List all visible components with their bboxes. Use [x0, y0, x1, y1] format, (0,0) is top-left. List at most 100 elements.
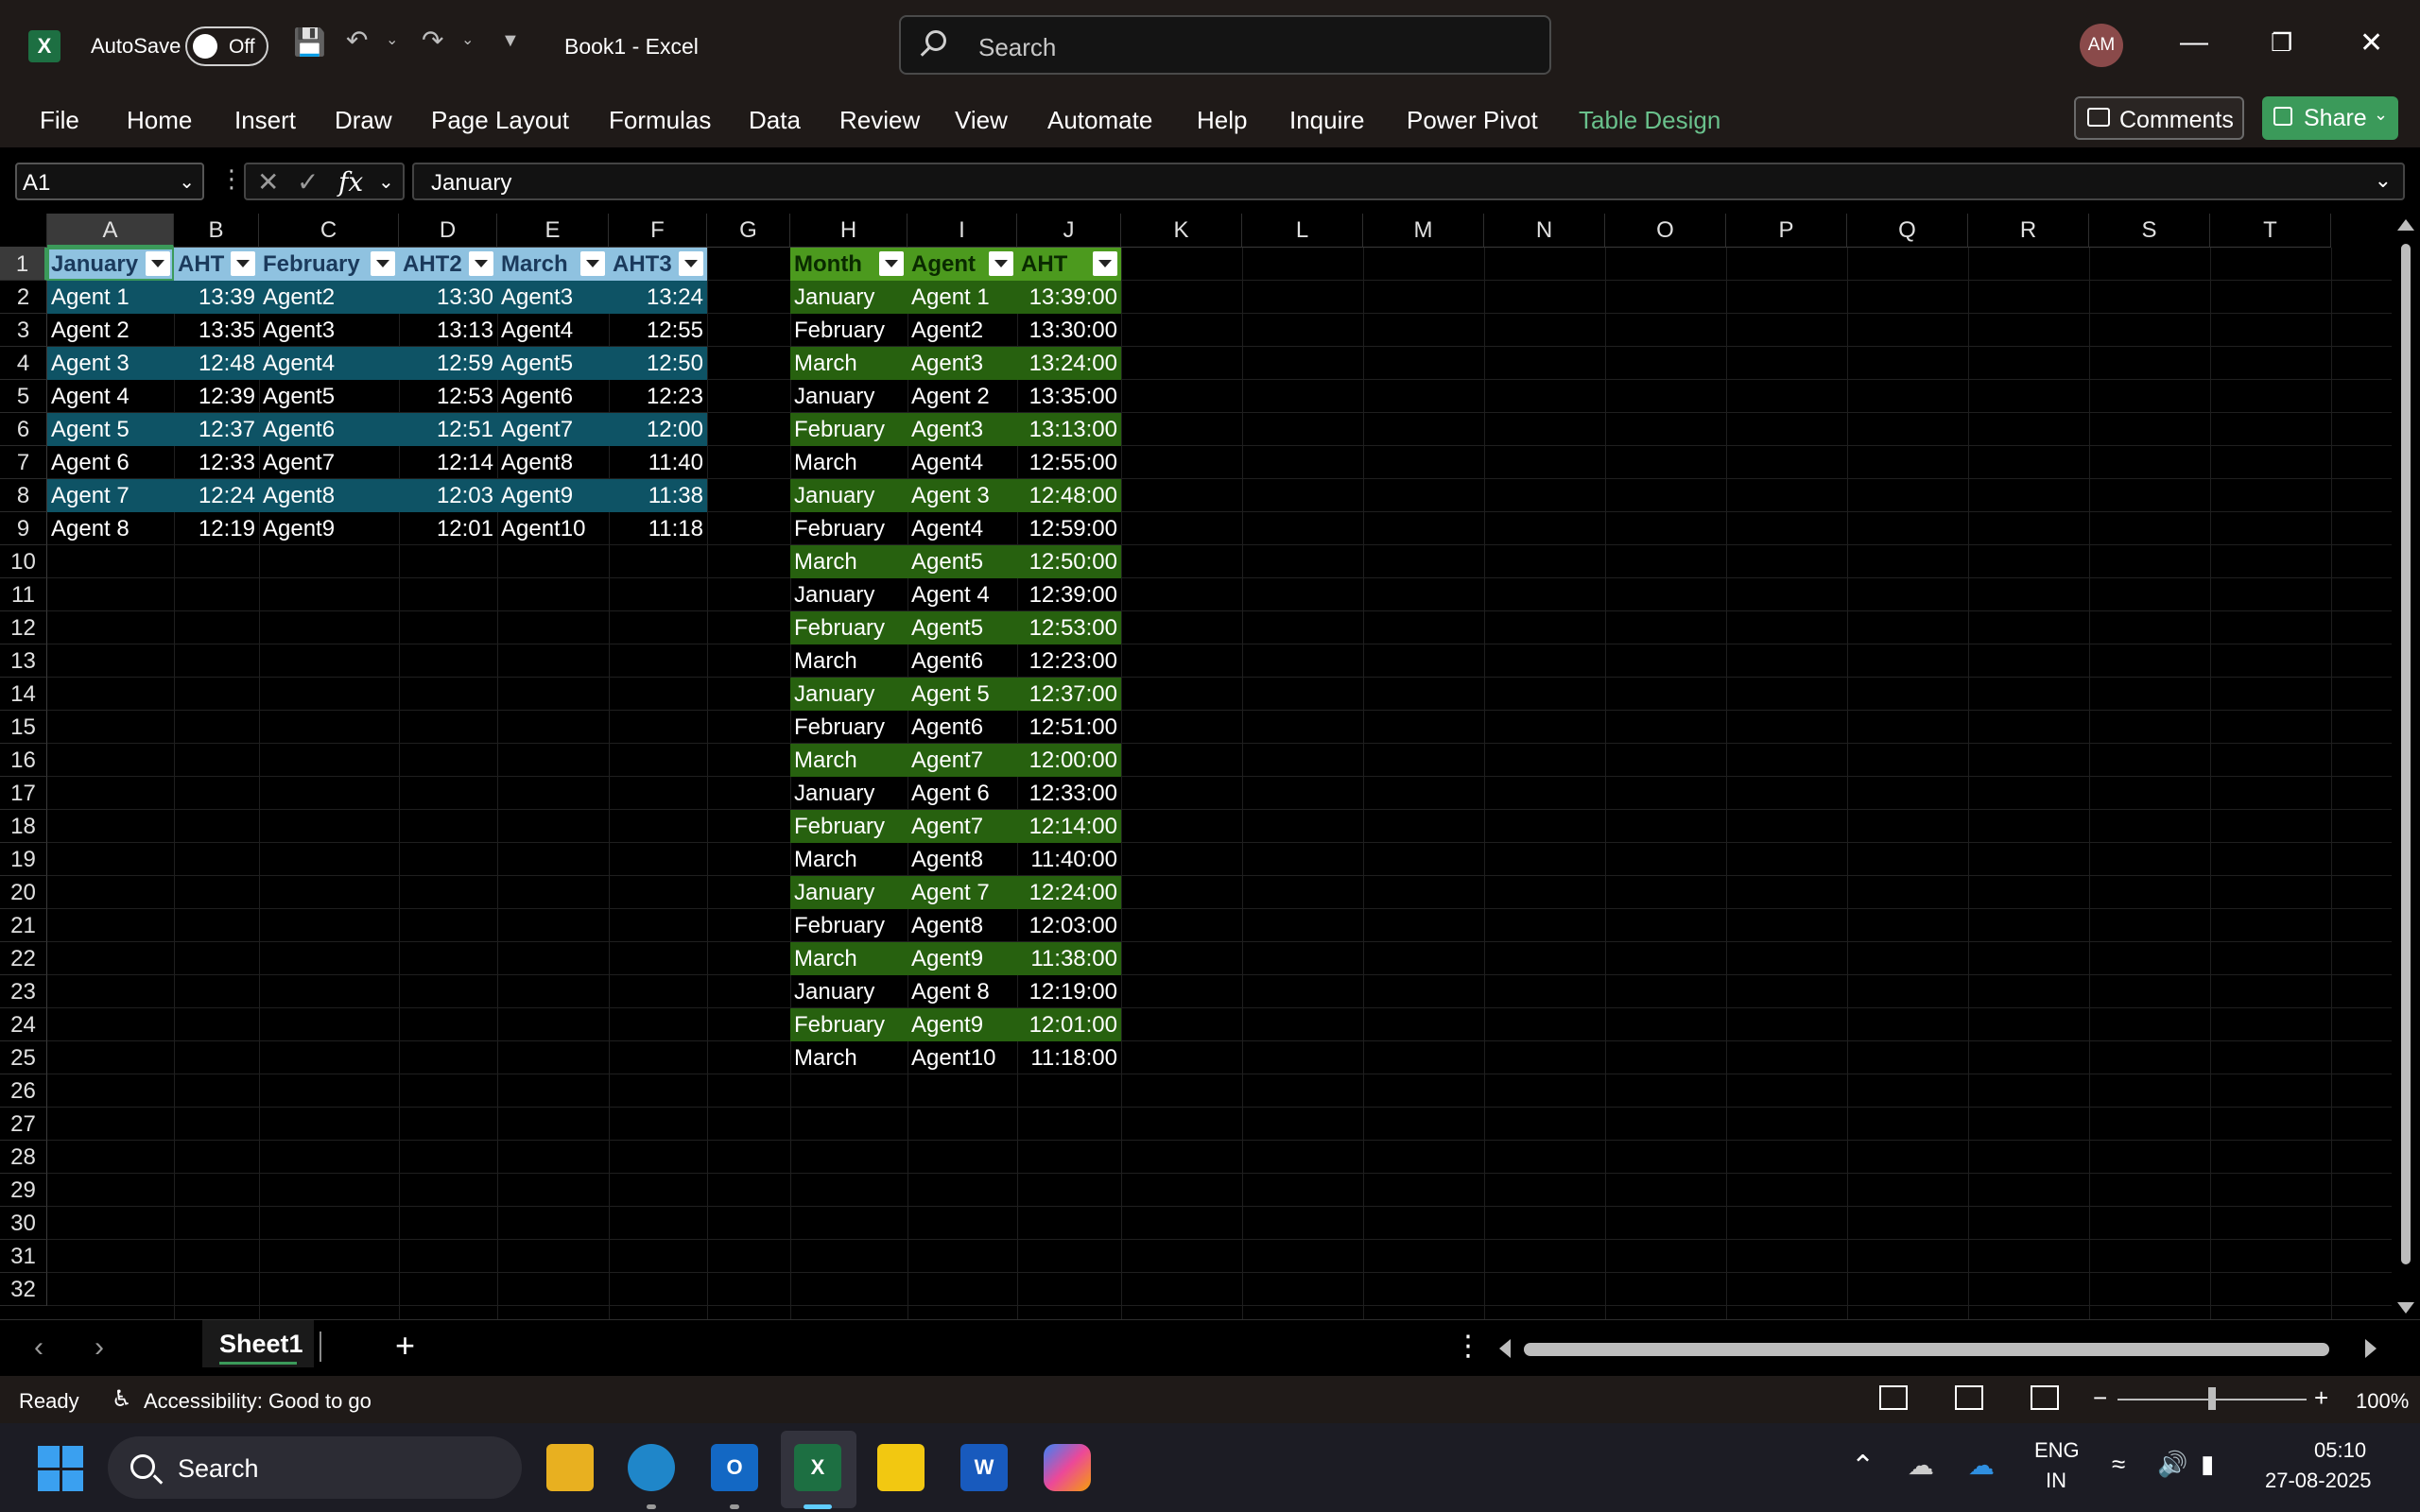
- table-cell[interactable]: 12:03: [399, 479, 497, 512]
- power-bi-icon[interactable]: [877, 1444, 925, 1491]
- row-header[interactable]: 26: [0, 1074, 47, 1108]
- table-cell[interactable]: 11:18: [609, 512, 707, 545]
- column-header[interactable]: T: [2210, 214, 2331, 248]
- taskbar-search[interactable]: Search: [108, 1436, 522, 1499]
- table-cell[interactable]: 13:30:00: [1017, 314, 1121, 347]
- table-cell[interactable]: Agent4: [259, 347, 399, 380]
- word-icon[interactable]: W: [960, 1444, 1008, 1491]
- row-header[interactable]: 31: [0, 1240, 47, 1273]
- table-cell[interactable]: Agent 1: [908, 281, 1017, 314]
- table-cell[interactable]: March: [790, 1041, 908, 1074]
- comments-button[interactable]: Comments: [2074, 96, 2244, 140]
- minimize-icon[interactable]: —: [2180, 26, 2208, 59]
- table-cell[interactable]: 12:01:00: [1017, 1008, 1121, 1041]
- save-icon[interactable]: 💾: [293, 26, 326, 58]
- table-cell[interactable]: 12:48: [174, 347, 259, 380]
- table-cell[interactable]: February: [790, 413, 908, 446]
- row-header[interactable]: 28: [0, 1141, 47, 1174]
- table-cell[interactable]: Agent 1: [47, 281, 174, 314]
- column-header[interactable]: P: [1726, 214, 1847, 248]
- table-cell[interactable]: 12:14:00: [1017, 810, 1121, 843]
- table-cell[interactable]: Agent5: [908, 545, 1017, 578]
- table-cell[interactable]: February: [790, 810, 908, 843]
- table-cell[interactable]: 12:33:00: [1017, 777, 1121, 810]
- table-cell[interactable]: Agent3: [908, 413, 1017, 446]
- tab-page-layout[interactable]: Page Layout: [431, 106, 569, 135]
- row-header[interactable]: 19: [0, 843, 47, 876]
- undo-icon[interactable]: ↶: [346, 25, 368, 56]
- table-cell[interactable]: 13:35:00: [1017, 380, 1121, 413]
- table-cell[interactable]: Agent 4: [908, 578, 1017, 611]
- search-box[interactable]: Search: [899, 15, 1551, 75]
- column-header[interactable]: I: [908, 214, 1017, 248]
- table-cell[interactable]: Agent3: [259, 314, 399, 347]
- normal-view-icon[interactable]: [1879, 1385, 1908, 1410]
- row-header[interactable]: 1: [0, 248, 47, 281]
- filter-dropdown-icon[interactable]: [371, 251, 395, 276]
- row-header[interactable]: 21: [0, 909, 47, 942]
- filter-dropdown-icon[interactable]: [989, 251, 1013, 276]
- scroll-thumb[interactable]: [2401, 244, 2411, 1264]
- table-cell[interactable]: 12:19: [174, 512, 259, 545]
- column-header[interactable]: F: [609, 214, 707, 248]
- redo-icon[interactable]: ↷: [422, 25, 443, 56]
- table-cell[interactable]: 12:24: [174, 479, 259, 512]
- language-top[interactable]: ENG: [2034, 1438, 2080, 1463]
- table-cell[interactable]: March: [790, 347, 908, 380]
- column-header[interactable]: H: [790, 214, 908, 248]
- table-cell[interactable]: Agent10: [497, 512, 609, 545]
- table-cell[interactable]: 12:53: [399, 380, 497, 413]
- row-header[interactable]: 22: [0, 942, 47, 975]
- table-cell[interactable]: Agent5: [497, 347, 609, 380]
- table-cell[interactable]: 11:40: [609, 446, 707, 479]
- tab-insert[interactable]: Insert: [234, 106, 296, 135]
- table-cell[interactable]: February: [790, 512, 908, 545]
- clock-time[interactable]: 05:10: [2314, 1438, 2366, 1463]
- table-cell[interactable]: February: [790, 314, 908, 347]
- table-cell[interactable]: Agent6: [497, 380, 609, 413]
- tab-power-pivot[interactable]: Power Pivot: [1407, 106, 1538, 135]
- scroll-right-icon[interactable]: [2365, 1339, 2377, 1358]
- column-header[interactable]: Q: [1847, 214, 1968, 248]
- table-cell[interactable]: 12:23:00: [1017, 644, 1121, 678]
- table-cell[interactable]: Agent6: [908, 644, 1017, 678]
- table-cell[interactable]: 12:00: [609, 413, 707, 446]
- clock-date[interactable]: 27-08-2025: [2265, 1469, 2372, 1493]
- table-cell[interactable]: Agent5: [259, 380, 399, 413]
- table-cell[interactable]: Agent8: [497, 446, 609, 479]
- table-cell[interactable]: Agent4: [908, 446, 1017, 479]
- accessibility-status[interactable]: Accessibility: Good to go: [144, 1389, 372, 1414]
- table-cell[interactable]: Agent3: [908, 347, 1017, 380]
- table-cell[interactable]: 11:40:00: [1017, 843, 1121, 876]
- table-cell[interactable]: March: [790, 545, 908, 578]
- table-cell[interactable]: 11:38:00: [1017, 942, 1121, 975]
- autosave-toggle[interactable]: Off: [185, 26, 268, 66]
- spreadsheet-grid[interactable]: A B C D E F G H I J K L M N O P Q R S T 1 2 3 4 5 6 7 8 9 10 11 12 13 14 1…: [0, 214, 2392, 1319]
- table-cell[interactable]: Agent9: [908, 942, 1017, 975]
- table-cell[interactable]: 12:19:00: [1017, 975, 1121, 1008]
- table-cell[interactable]: Agent2: [259, 281, 399, 314]
- table-cell[interactable]: 12:37: [174, 413, 259, 446]
- table-cell[interactable]: 12:51:00: [1017, 711, 1121, 744]
- tab-draw[interactable]: Draw: [335, 106, 392, 135]
- cancel-icon[interactable]: ✕: [257, 166, 279, 198]
- row-header[interactable]: 15: [0, 711, 47, 744]
- table-cell[interactable]: Agent 7: [908, 876, 1017, 909]
- table-cell[interactable]: Agent6: [259, 413, 399, 446]
- table-cell[interactable]: 12:33: [174, 446, 259, 479]
- tab-inquire[interactable]: Inquire: [1289, 106, 1365, 135]
- table-cell[interactable]: Agent9: [497, 479, 609, 512]
- table-cell[interactable]: 12:37:00: [1017, 678, 1121, 711]
- wifi-icon[interactable]: ≈: [2112, 1450, 2125, 1479]
- column-header[interactable]: E: [497, 214, 609, 248]
- table-cell[interactable]: Agent10: [908, 1041, 1017, 1074]
- filter-dropdown-icon[interactable]: [879, 251, 904, 276]
- row-header[interactable]: 20: [0, 876, 47, 909]
- column-header[interactable]: B: [174, 214, 259, 248]
- formula-input[interactable]: January ⌄: [412, 163, 2405, 200]
- column-header[interactable]: O: [1605, 214, 1726, 248]
- chevron-down-icon[interactable]: ⌄: [179, 170, 195, 194]
- table-cell[interactable]: Agent5: [908, 611, 1017, 644]
- row-header[interactable]: 10: [0, 545, 47, 578]
- table-cell[interactable]: March: [790, 942, 908, 975]
